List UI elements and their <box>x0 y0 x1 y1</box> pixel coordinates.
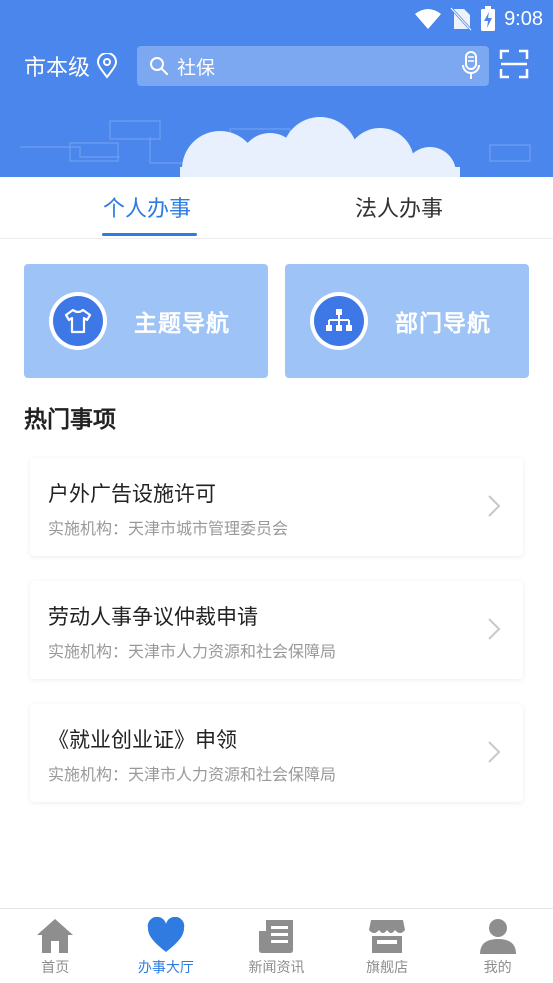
bottom-nav-flagship-store[interactable]: 旗舰店 <box>332 909 443 983</box>
list-item[interactable]: 户外广告设施许可 实施机构：天津市城市管理委员会 <box>30 458 523 556</box>
bottom-nav-service-hall[interactable]: 办事大厅 <box>111 909 222 983</box>
department-icon-badge <box>310 292 368 350</box>
city-selector[interactable]: 市本级 <box>24 50 118 82</box>
home-icon <box>37 919 74 953</box>
heart-icon <box>147 917 185 952</box>
item-title: 户外广告设施许可 <box>48 482 216 506</box>
status-time: 9:08 <box>504 7 543 30</box>
org-chart-icon <box>326 309 352 331</box>
section-title-hot-items: 热门事项 <box>24 407 116 433</box>
user-icon <box>479 919 516 954</box>
news-icon <box>259 920 294 953</box>
bottom-nav-news-label: 新闻资讯 <box>248 960 305 976</box>
theme-navigation-label: 主题导航 <box>134 311 230 337</box>
no-sim-icon <box>450 7 472 31</box>
search-bar[interactable]: 社保 <box>137 46 489 86</box>
tab-bar: 个人办事 法人办事 <box>0 177 553 239</box>
item-title: 《就业创业证》申领 <box>48 728 237 752</box>
store-icon <box>369 920 406 953</box>
chevron-right-icon <box>488 495 501 517</box>
bottom-nav-profile[interactable]: 我的 <box>442 909 553 983</box>
microphone-icon[interactable] <box>461 51 481 81</box>
item-org: 实施机构：天津市人力资源和社会保障局 <box>48 642 337 661</box>
department-navigation-card[interactable]: 部门导航 <box>285 264 529 378</box>
bottom-nav-home-label: 首页 <box>41 960 70 976</box>
theme-navigation-card[interactable]: 主题导航 <box>24 264 268 378</box>
department-navigation-label: 部门导航 <box>395 311 491 337</box>
tab-legal-entity[interactable]: 法人办事 <box>355 191 443 223</box>
bottom-nav-news[interactable]: 新闻资讯 <box>221 909 332 983</box>
item-org: 实施机构：天津市城市管理委员会 <box>48 519 289 538</box>
bottom-nav-home[interactable]: 首页 <box>0 909 111 983</box>
chevron-right-icon <box>488 741 501 763</box>
city-label: 市本级 <box>24 56 91 81</box>
item-org: 实施机构：天津市人力资源和社会保障局 <box>48 765 337 784</box>
search-input[interactable]: 社保 <box>177 53 461 80</box>
tab-personal[interactable]: 个人办事 <box>103 191 191 223</box>
chevron-right-icon <box>488 618 501 640</box>
tshirt-icon <box>64 308 92 334</box>
bottom-navigation: 首页 办事大厅 新闻资讯 旗舰店 我的 <box>0 908 553 983</box>
bottom-nav-flagship-store-label: 旗舰店 <box>366 960 409 976</box>
tab-active-indicator <box>102 233 197 236</box>
scan-icon[interactable] <box>499 49 529 79</box>
header: 9:08 市本级 社保 <box>0 0 553 177</box>
header-clouds-decoration <box>20 117 531 177</box>
location-pin-icon <box>97 53 118 79</box>
status-bar: 9:08 <box>0 0 553 40</box>
bottom-nav-profile-label: 我的 <box>483 960 512 976</box>
search-icon <box>150 57 168 75</box>
battery-icon <box>481 6 496 31</box>
wifi-icon <box>415 9 442 29</box>
bottom-nav-service-hall-label: 办事大厅 <box>137 960 194 976</box>
theme-icon-badge <box>49 292 107 350</box>
list-item[interactable]: 劳动人事争议仲裁申请 实施机构：天津市人力资源和社会保障局 <box>30 581 523 679</box>
list-item[interactable]: 《就业创业证》申领 实施机构：天津市人力资源和社会保障局 <box>30 704 523 802</box>
item-title: 劳动人事争议仲裁申请 <box>48 605 258 629</box>
